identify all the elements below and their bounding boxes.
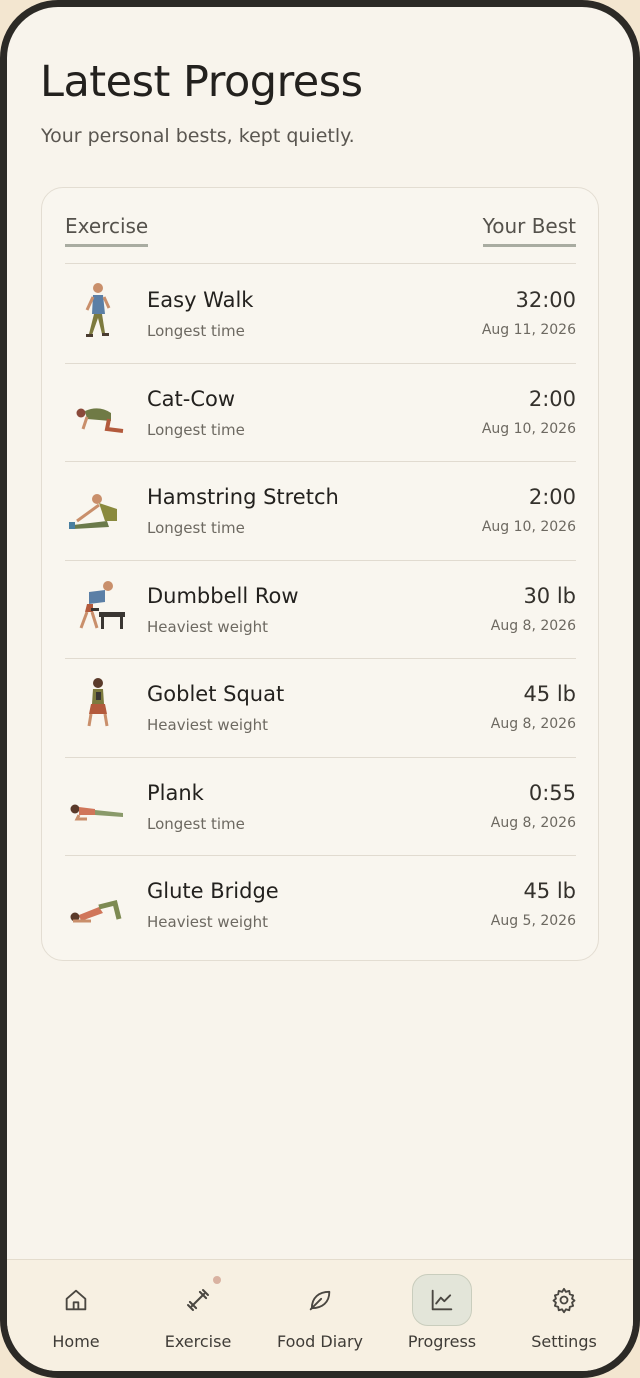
row-divider [65,559,576,561]
nav-label: Settings [531,1332,597,1351]
home-icon [46,1274,106,1326]
exercise-metric: Heaviest weight [147,913,269,931]
phone-frame: Latest Progress Your personal bests, kep… [0,0,640,1378]
nav-label: Food Diary [276,1332,364,1351]
table-row[interactable]: Glute Bridge Heaviest weight 45 lb Aug 5… [65,855,576,954]
nav-item-food-diary[interactable]: Food Diary [259,1260,381,1371]
nav-item-settings[interactable]: Settings [503,1260,625,1371]
table-row[interactable]: Dumbbell Row Heaviest weight 30 lb Aug 8… [65,559,576,659]
exercise-name: Goblet Squat [147,682,285,706]
progress-table: Exercise Your Best Easy Walk Longest tim… [41,187,599,961]
best-value: 2:00 [528,386,576,411]
hamstring-stretch-icon [65,475,131,545]
best-value: 45 lb [523,682,576,706]
row-divider [65,756,576,758]
goblet-squat-icon [65,672,131,742]
exercise-metric: Longest time [147,322,245,340]
cat-cow-pose-icon [65,377,131,447]
exercise-metric: Longest time [147,814,245,833]
exercise-metric: Longest time [147,420,245,439]
page-subtitle: Your personal bests, kept quietly. [41,125,355,147]
best-date: Aug 5, 2026 [490,913,576,929]
table-row[interactable]: Plank Longest time 0:55 Aug 8, 2026 [65,756,576,856]
exercise-name: Hamstring Stretch [147,485,339,509]
best-date: Aug 11, 2026 [481,322,576,338]
best-date: Aug 10, 2026 [481,420,576,437]
nav-item-exercise[interactable]: Exercise [137,1260,259,1371]
gear-icon [534,1274,594,1326]
best-value: 2:00 [528,485,576,509]
table-row[interactable]: Hamstring Stretch Longest time 2:00 Aug … [65,461,576,560]
row-divider [65,855,576,856]
best-date: Aug 8, 2026 [490,814,576,831]
exercise-name: Plank [147,780,204,805]
leaf-icon [290,1274,350,1326]
table-row[interactable]: Easy Walk Longest time 32:00 Aug 11, 202… [65,264,576,363]
column-header-exercise[interactable]: Exercise [65,214,149,247]
row-divider [65,461,576,462]
notification-dot [213,1276,221,1284]
exercise-name: Cat-Cow [147,386,236,411]
best-value: 0:55 [528,780,576,805]
dumbbell-row-icon [65,574,131,644]
nav-label: Home [52,1332,100,1351]
column-header-best[interactable]: Your Best [482,214,576,247]
table-row[interactable]: Cat-Cow Longest time 2:00 Aug 10, 2026 [65,362,576,462]
page-title: Latest Progress [40,57,363,107]
exercise-metric: Longest time [147,519,245,537]
row-divider [65,362,576,364]
best-date: Aug 8, 2026 [490,716,576,732]
exercise-name: Dumbbell Row [147,583,299,608]
table-row[interactable]: Goblet Squat Heaviest weight 45 lb Aug 8… [65,658,576,757]
bottom-navigation: Home Exercise Food Diary Progress Settin… [7,1259,633,1371]
best-value: 45 lb [523,879,576,903]
exercise-metric: Heaviest weight [147,716,269,734]
nav-label: Exercise [164,1332,232,1351]
row-divider [65,658,576,659]
nav-label: Progress [407,1332,477,1351]
exercise-name: Easy Walk [147,288,254,312]
nav-item-home[interactable]: Home [15,1260,137,1371]
exercise-metric: Heaviest weight [147,617,269,636]
best-value: 32:00 [515,288,576,312]
best-date: Aug 10, 2026 [481,519,576,535]
walking-person-icon [65,278,131,348]
chart-line-icon [412,1274,472,1326]
nav-item-progress[interactable]: Progress [381,1260,503,1371]
plank-icon [65,771,131,841]
best-date: Aug 8, 2026 [490,617,576,634]
exercise-name: Glute Bridge [147,879,279,903]
best-value: 30 lb [523,583,576,608]
glute-bridge-icon [65,869,131,939]
